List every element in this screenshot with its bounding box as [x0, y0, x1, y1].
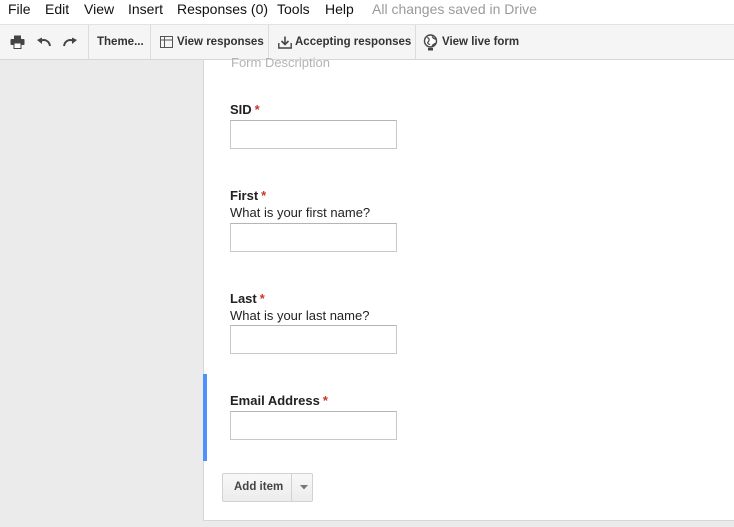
view-responses-button[interactable]: View responses	[160, 25, 264, 59]
save-status: All changes saved in Drive	[372, 1, 537, 17]
toolbar-separator	[415, 25, 416, 59]
selected-item-indicator	[203, 374, 207, 461]
question-title-sid: SID *	[230, 102, 260, 117]
question-title-text: Last	[230, 291, 257, 306]
question-title-last: Last *	[230, 291, 265, 306]
question-title-text: SID	[230, 102, 252, 117]
last-name-input[interactable]	[230, 325, 397, 354]
question-help-first: What is your first name?	[230, 205, 371, 220]
undo-button[interactable]	[36, 25, 52, 59]
accepting-responses-button[interactable]: Accepting responses	[278, 25, 411, 59]
required-marker: *	[261, 188, 267, 203]
question-title-email: Email Address *	[230, 393, 328, 408]
toolbar-separator	[88, 25, 89, 59]
menu-view[interactable]: View	[84, 0, 114, 18]
menu-bar: File Edit View Insert Responses (0) Tool…	[0, 0, 734, 24]
table-icon	[160, 36, 173, 48]
question-title-first: First *	[230, 188, 266, 203]
toolbar-separator	[268, 25, 269, 59]
print-icon	[10, 35, 25, 49]
menu-responses[interactable]: Responses (0)	[177, 0, 268, 18]
menu-tools[interactable]: Tools	[277, 0, 310, 18]
button-divider	[291, 474, 292, 501]
question-title-text: Email Address	[230, 393, 320, 408]
menu-edit[interactable]: Edit	[45, 0, 69, 18]
sid-input[interactable]	[230, 120, 397, 149]
undo-icon	[36, 36, 52, 48]
view-live-form-label: View live form	[442, 36, 520, 48]
first-name-input[interactable]	[230, 223, 397, 252]
theme-label: Theme...	[97, 36, 144, 48]
view-responses-label: View responses	[177, 36, 264, 48]
view-live-form-button[interactable]: View live form	[423, 25, 519, 59]
redo-button[interactable]	[62, 25, 78, 59]
print-button[interactable]	[10, 25, 26, 59]
accepting-responses-label: Accepting responses	[295, 36, 412, 48]
menu-help[interactable]: Help	[325, 0, 354, 18]
menu-insert[interactable]: Insert	[128, 0, 163, 18]
required-marker: *	[259, 291, 265, 306]
menu-file[interactable]: File	[8, 0, 31, 18]
toolbar: Theme... View responses Accepting respon…	[0, 24, 734, 60]
redo-icon	[62, 36, 78, 48]
theme-button[interactable]: Theme...	[97, 25, 144, 59]
question-help-last: What is your last name?	[230, 308, 370, 323]
globe-icon	[423, 33, 438, 51]
required-marker: *	[322, 393, 328, 408]
toolbar-separator	[150, 25, 151, 59]
add-item-button[interactable]: Add item	[222, 473, 313, 502]
add-item-label: Add item	[234, 481, 284, 493]
question-title-text: First	[230, 188, 259, 203]
dropdown-arrow-icon[interactable]	[296, 474, 312, 501]
email-input[interactable]	[230, 411, 397, 440]
required-marker: *	[254, 102, 260, 117]
form-description[interactable]: Form Description	[231, 55, 330, 70]
download-icon	[278, 36, 292, 49]
